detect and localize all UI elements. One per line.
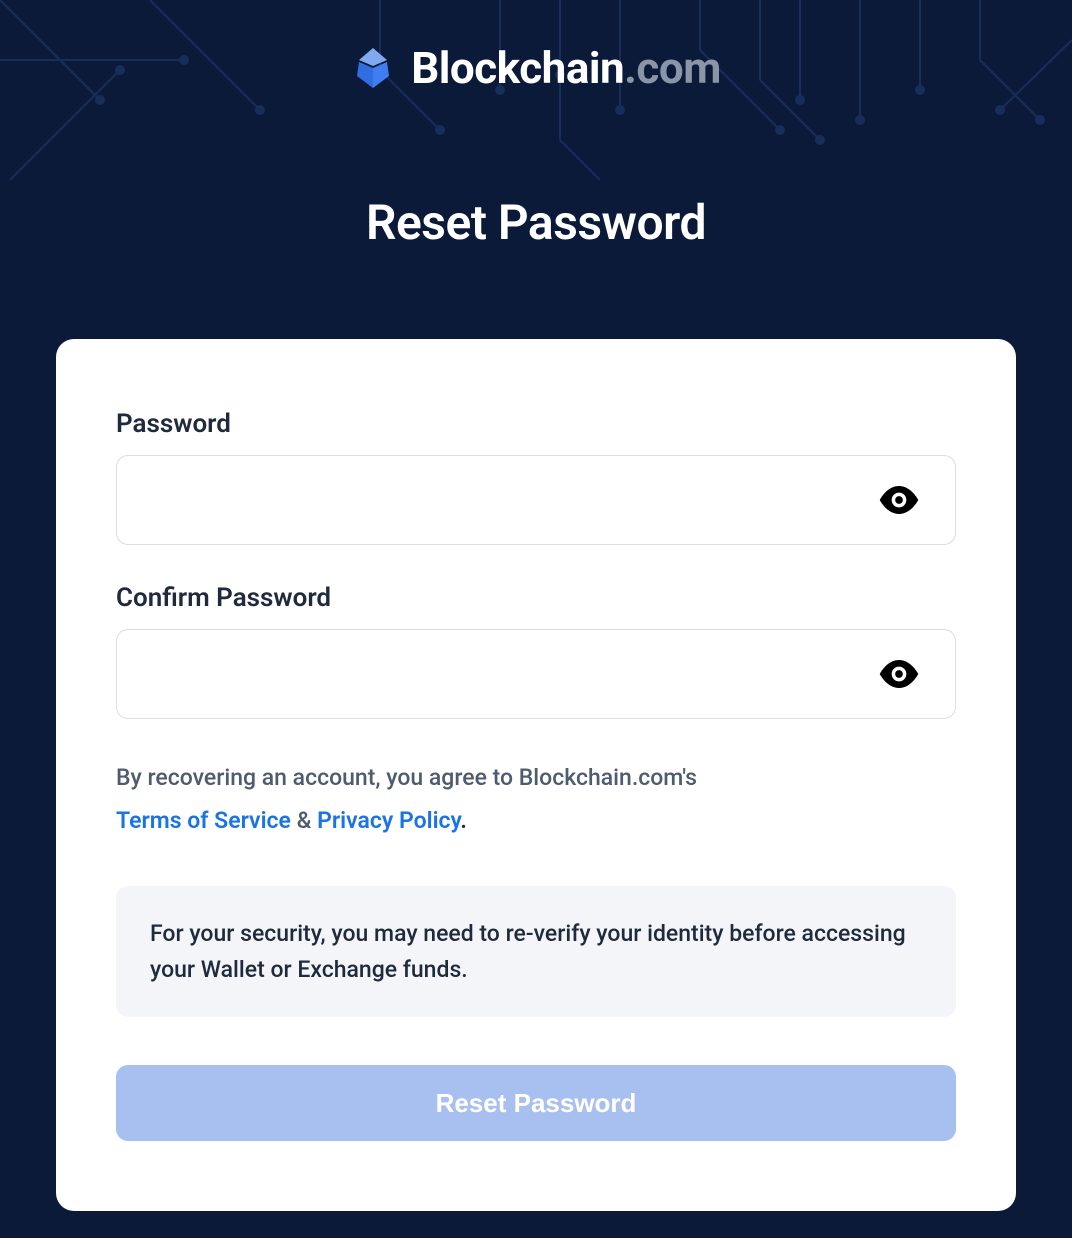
password-input[interactable] [116, 455, 956, 545]
terms-of-service-link[interactable]: Terms of Service [116, 807, 291, 834]
legal-prefix: By recovering an account, you agree to B… [116, 764, 697, 791]
brand-name-primary: Blockchain [411, 42, 624, 94]
privacy-policy-link[interactable]: Privacy Policy [317, 807, 460, 834]
legal-suffix-dot: . [460, 807, 467, 834]
reset-password-button[interactable]: Reset Password [116, 1065, 956, 1141]
security-notice: For your security, you may need to re-ve… [116, 886, 956, 1017]
blockchain-logo-icon [351, 46, 395, 90]
brand-logo: Blockchain.com [351, 42, 721, 94]
toggle-confirm-visibility-button[interactable] [870, 652, 928, 696]
eye-icon [878, 660, 920, 688]
confirm-password-input-wrap [116, 629, 956, 719]
confirm-password-label: Confirm Password [116, 583, 956, 613]
reset-password-card: Password Confirm Password By recovering … [56, 339, 1016, 1211]
password-input-wrap [116, 455, 956, 545]
page-title: Reset Password [0, 194, 1072, 251]
toggle-password-visibility-button[interactable] [870, 478, 928, 522]
password-label: Password [116, 409, 956, 439]
legal-disclaimer: By recovering an account, you agree to B… [116, 757, 956, 842]
legal-ampersand: & [291, 807, 317, 834]
eye-icon [878, 486, 920, 514]
brand-name-suffix: .com [624, 42, 721, 94]
confirm-password-input[interactable] [116, 629, 956, 719]
brand-name: Blockchain.com [411, 42, 721, 94]
header: Blockchain.com [0, 0, 1072, 94]
